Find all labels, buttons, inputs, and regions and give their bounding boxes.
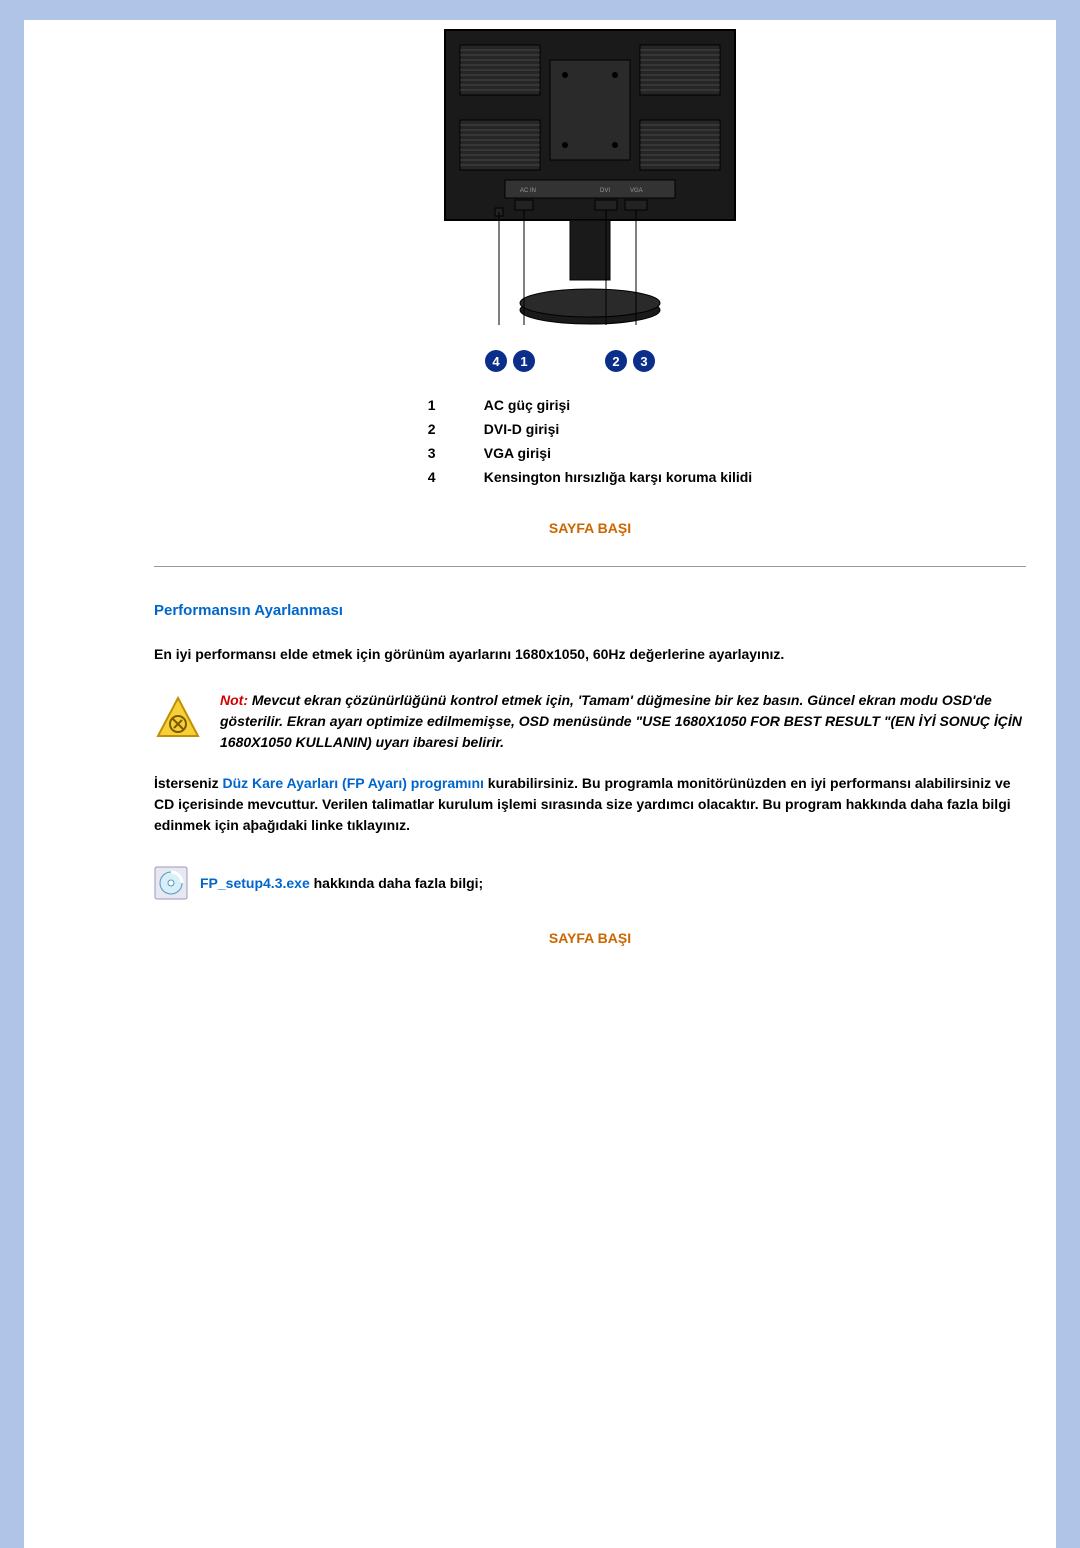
- port-num: 3: [416, 442, 470, 464]
- svg-text:AC IN: AC IN: [520, 188, 536, 194]
- performance-text: En iyi performansı elde etmek için görün…: [154, 644, 1026, 665]
- note-label: Not:: [220, 692, 248, 708]
- fp-text: FP_setup4.3.exe hakkında daha fazla bilg…: [200, 875, 483, 891]
- callout-4: 4: [485, 350, 507, 372]
- callout-row: 4 1 2 3: [154, 350, 1026, 372]
- fp-setup-block: FP_setup4.3.exe hakkında daha fazla bilg…: [154, 866, 1026, 900]
- svg-text:DVI: DVI: [600, 188, 610, 194]
- note-text: Not: Mevcut ekran çözünürlüğünü kontrol …: [220, 690, 1026, 753]
- cd-icon: [154, 866, 188, 900]
- warning-icon: [154, 694, 202, 742]
- fp-suffix: hakkında daha fazla bilgi;: [310, 875, 483, 891]
- install-prefix: İsterseniz: [154, 775, 222, 791]
- section-title: Performansın Ayarlanması: [154, 602, 1026, 619]
- table-row: 4 Kensington hırsızlığa karşı koruma kil…: [416, 466, 764, 488]
- port-label: AC güç girişi: [472, 394, 764, 416]
- page-top-link[interactable]: SAYFA BAŞI: [549, 520, 631, 536]
- table-row: 2 DVI-D girişi: [416, 418, 764, 440]
- port-num: 4: [416, 466, 470, 488]
- svg-text:VGA: VGA: [630, 188, 643, 194]
- table-row: 3 VGA girişi: [416, 442, 764, 464]
- port-num: 2: [416, 418, 470, 440]
- port-label: Kensington hırsızlığa karşı koruma kilid…: [472, 466, 764, 488]
- callout-3: 3: [633, 350, 655, 372]
- note-block: Not: Mevcut ekran çözünürlüğünü kontrol …: [154, 690, 1026, 753]
- fp-settings-link[interactable]: Düz Kare Ayarları (FP Ayarı) programını: [222, 775, 483, 791]
- install-paragraph: İsterseniz Düz Kare Ayarları (FP Ayarı) …: [154, 773, 1026, 836]
- port-table: 1 AC güç girişi 2 DVI-D girişi 3 VGA gir…: [414, 392, 766, 490]
- port-label: DVI-D girişi: [472, 418, 764, 440]
- callout-2: 2: [605, 350, 627, 372]
- fp-setup-link[interactable]: FP_setup4.3.exe: [200, 875, 310, 891]
- divider: [154, 566, 1026, 567]
- callout-1: 1: [513, 350, 535, 372]
- table-row: 1 AC güç girişi: [416, 394, 764, 416]
- page-top-link[interactable]: SAYFA BAŞI: [549, 930, 631, 946]
- port-num: 1: [416, 394, 470, 416]
- note-body: Mevcut ekran çözünürlüğünü kontrol etmek…: [220, 692, 1022, 750]
- port-label: VGA girişi: [472, 442, 764, 464]
- monitor-back-image: AC IN DVI VGA: [154, 20, 1026, 330]
